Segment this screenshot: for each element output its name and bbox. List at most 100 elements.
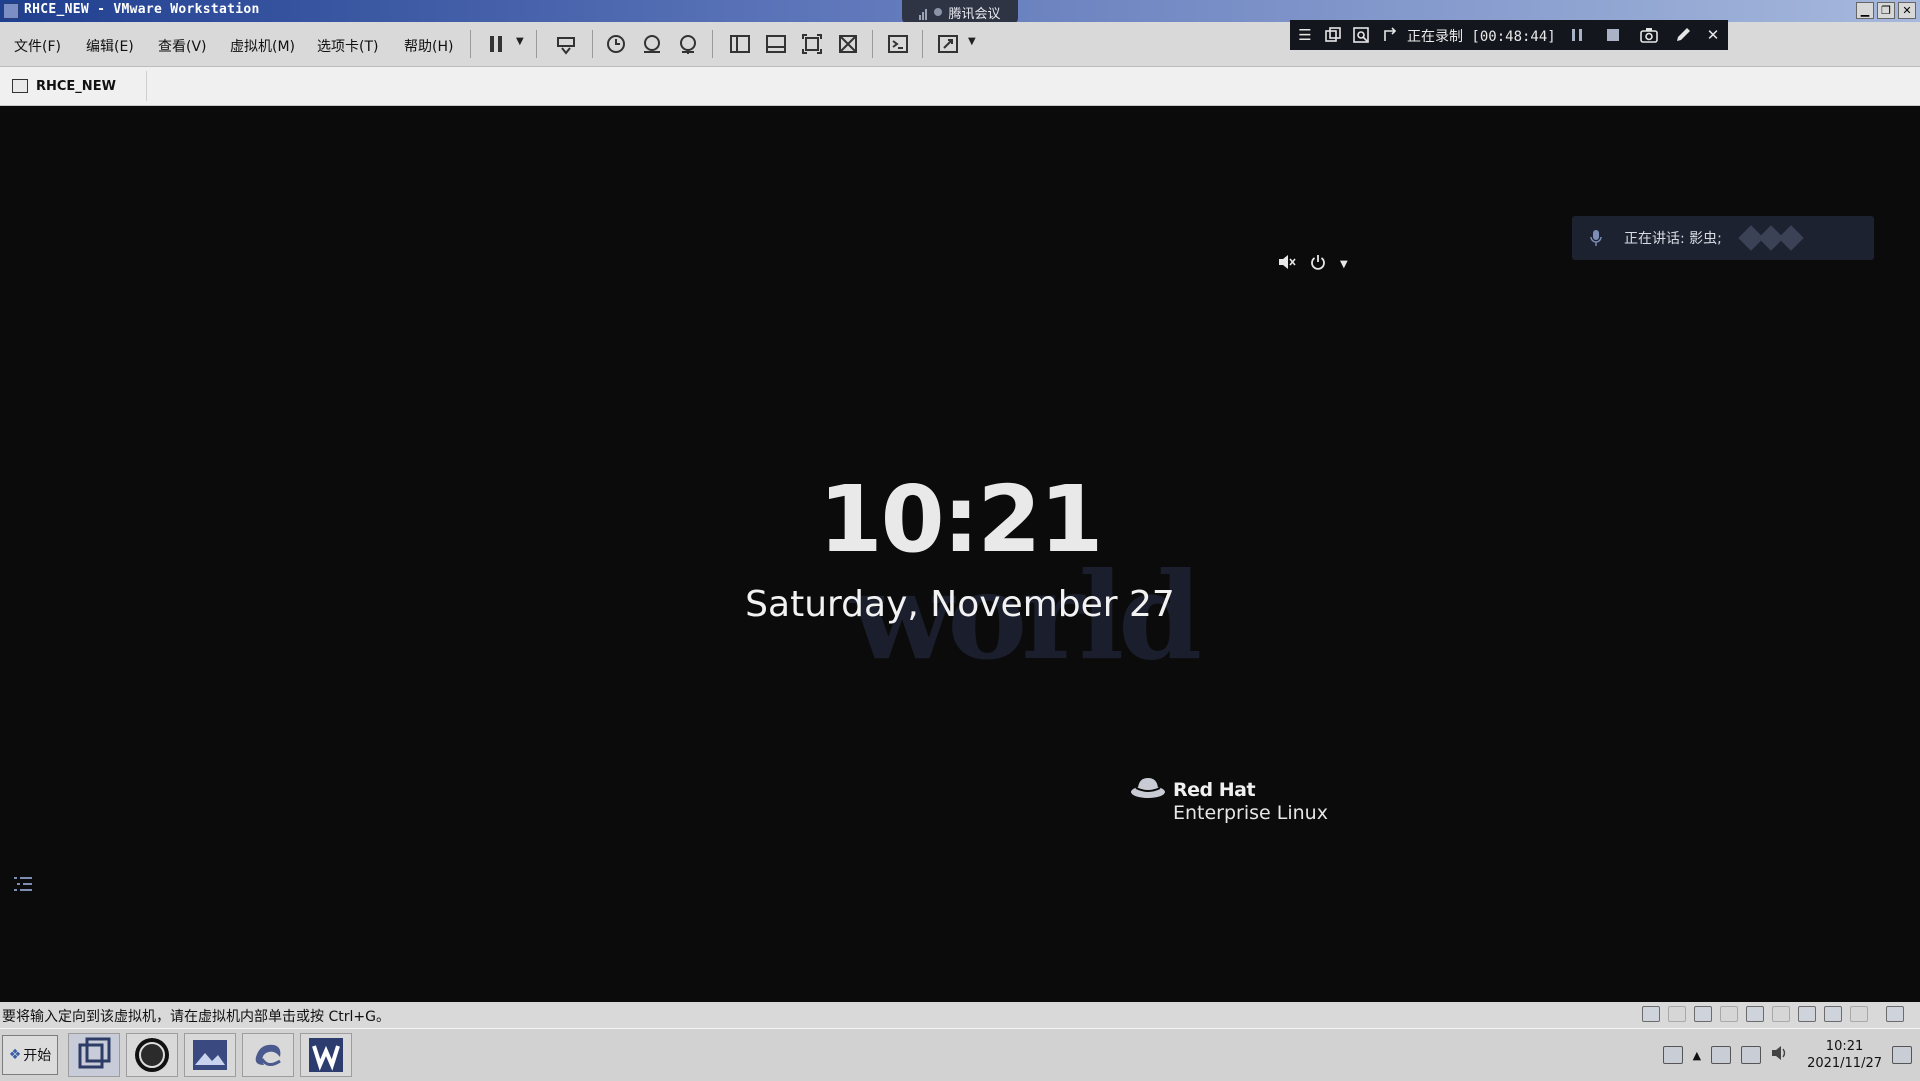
- start-label: 开始: [23, 1048, 52, 1064]
- vmware-icon: [78, 1037, 111, 1069]
- pause-recording-icon[interactable]: [1566, 24, 1588, 46]
- vm-icon: [12, 79, 28, 93]
- floppy-icon[interactable]: [1850, 1006, 1868, 1022]
- thumbnail-bar-icon[interactable]: [764, 32, 788, 56]
- microphone-icon: [1590, 230, 1602, 246]
- vm-display[interactable]: ▼ 正在讲话: 影虫; world 10:21 Saturday, Novemb…: [0, 106, 1920, 1002]
- unity-mode-icon[interactable]: [836, 32, 860, 56]
- tray-clock[interactable]: 10:21 2021/11/27: [1807, 1038, 1882, 1072]
- title-bar: RHCE_NEW - VMware Workstation 腾讯会议 ▁ ❐ ✕: [0, 0, 1920, 24]
- brand-product: Enterprise Linux: [1173, 802, 1328, 824]
- vm-tab-bar: RHCE_NEW: [0, 67, 1920, 106]
- toolbar-divider: [872, 30, 873, 58]
- chevron-up-icon[interactable]: ▲: [1693, 1049, 1701, 1062]
- menu-icon[interactable]: ☰: [1294, 24, 1316, 46]
- window-switch-icon[interactable]: [1322, 24, 1344, 46]
- vmware-app-icon[interactable]: [3, 3, 19, 19]
- lock-screen-time: 10:21: [818, 466, 1104, 573]
- watermark-logo-icon: [1738, 225, 1804, 251]
- taskbar-app-vmware[interactable]: [68, 1033, 120, 1077]
- toolbar-divider: [922, 30, 923, 58]
- taskbar-app-tencent-meeting[interactable]: [242, 1033, 294, 1077]
- meeting-indicator[interactable]: 腾讯会议: [902, 0, 1018, 24]
- meeting-label: 腾讯会议: [948, 6, 1001, 22]
- signal-icon: [919, 5, 928, 20]
- taskbar-app-wps[interactable]: [300, 1033, 352, 1077]
- chevron-down-icon[interactable]: ▼: [516, 36, 524, 47]
- system-status-area[interactable]: ▼: [1278, 254, 1348, 274]
- cd-rom-icon[interactable]: [1668, 1006, 1686, 1022]
- brand-name: Red Hat: [1173, 779, 1256, 801]
- keyboard-icon[interactable]: [1662, 1046, 1683, 1064]
- menu-edit[interactable]: 编辑(E): [86, 36, 134, 56]
- region-search-icon[interactable]: [1350, 24, 1372, 46]
- system-tray: ▲ 10:21 2021/11/27: [1662, 1029, 1912, 1081]
- speaking-indicator: 正在讲话: 影虫;: [1572, 216, 1874, 260]
- camera-icon[interactable]: [1638, 24, 1660, 46]
- menu-view[interactable]: 查看(V): [158, 36, 207, 56]
- full-screen-icon[interactable]: [800, 32, 824, 56]
- snapshot-icon[interactable]: [604, 32, 628, 56]
- show-desktop-icon[interactable]: [1892, 1046, 1912, 1064]
- message-log-icon[interactable]: [1886, 1006, 1904, 1022]
- toolbar-divider: [712, 30, 713, 58]
- chevron-down-icon[interactable]: ▼: [968, 36, 976, 47]
- toolbar-divider: [536, 30, 537, 58]
- taskbar: ❖ 开始 ▲ 10:21 2021/11/27: [0, 1028, 1920, 1081]
- device-icons: [1642, 1006, 1904, 1022]
- toolbar-divider: [592, 30, 593, 58]
- stop-recording-icon[interactable]: [1602, 24, 1624, 46]
- status-message: 要将输入定向到该虚拟机，请在虚拟机内部单击或按 Ctrl+G。: [2, 1009, 390, 1025]
- pause-icon[interactable]: [484, 32, 508, 56]
- toolbar-divider: [470, 30, 471, 58]
- record-circle-icon: [135, 1038, 169, 1072]
- windows-logo-icon: ❖: [8, 1047, 22, 1063]
- meeting-app-icon: [255, 1044, 281, 1066]
- console-view-icon[interactable]: [886, 32, 910, 56]
- show-library-icon[interactable]: [728, 32, 752, 56]
- tab-rhce-new[interactable]: RHCE_NEW: [6, 71, 147, 101]
- menu-tabs[interactable]: 选项卡(T): [317, 36, 378, 56]
- minimize-button[interactable]: ▁: [1856, 2, 1874, 19]
- stretch-guest-icon[interactable]: [936, 32, 960, 56]
- display-icon[interactable]: [1798, 1006, 1816, 1022]
- close-icon[interactable]: ✕: [1702, 24, 1724, 46]
- monitor-icon[interactable]: [1741, 1046, 1762, 1064]
- menu-help[interactable]: 帮助(H): [404, 36, 453, 56]
- bluetooth-icon[interactable]: [1824, 1006, 1842, 1022]
- volume-muted-icon: [1278, 254, 1296, 274]
- recording-status: 正在录制 [00:48:44]: [1407, 29, 1556, 45]
- speaking-text: 正在讲话: 影虫;: [1624, 231, 1722, 247]
- printer-icon[interactable]: [1720, 1006, 1738, 1022]
- redhat-hat-icon: [1131, 778, 1165, 798]
- hard-disk-icon[interactable]: [1642, 1006, 1660, 1022]
- window-title: RHCE_NEW - VMware Workstation: [24, 2, 260, 17]
- tab-label: RHCE_NEW: [36, 78, 116, 94]
- sound-card-icon[interactable]: [1746, 1006, 1764, 1022]
- pen-icon[interactable]: [1672, 24, 1694, 46]
- close-button[interactable]: ✕: [1898, 2, 1916, 19]
- recording-toolbar: ☰ 正在录制 [00:48:44] ✕: [1290, 20, 1728, 50]
- lock-screen-date: Saturday, November 27: [745, 584, 1175, 625]
- taskbar-app-obs[interactable]: [126, 1033, 178, 1077]
- status-dot-icon: [934, 8, 943, 16]
- revert-snapshot-icon[interactable]: [640, 32, 664, 56]
- status-bar: 要将输入定向到该虚拟机，请在虚拟机内部单击或按 Ctrl+G。: [0, 1002, 1920, 1028]
- list-menu-icon[interactable]: [12, 874, 34, 894]
- tray-time: 10:21: [1825, 1039, 1864, 1054]
- image-viewer-icon: [193, 1040, 227, 1070]
- usb-controller-icon[interactable]: [1772, 1006, 1790, 1022]
- wps-writer-icon: [309, 1038, 343, 1072]
- restore-button[interactable]: ❐: [1877, 2, 1895, 19]
- send-keys-icon[interactable]: [554, 32, 578, 56]
- network-adapter-icon[interactable]: [1694, 1006, 1712, 1022]
- taskbar-app-photos[interactable]: [184, 1033, 236, 1077]
- start-button[interactable]: ❖ 开始: [2, 1035, 58, 1075]
- network-icon[interactable]: [1711, 1046, 1732, 1064]
- share-screen-icon[interactable]: [1380, 24, 1402, 46]
- snapshot-manager-icon[interactable]: [676, 32, 700, 56]
- chevron-down-icon: ▼: [1340, 258, 1348, 270]
- menu-vm[interactable]: 虚拟机(M): [230, 36, 295, 56]
- volume-icon[interactable]: [1771, 1045, 1789, 1065]
- menu-file[interactable]: 文件(F): [14, 36, 61, 56]
